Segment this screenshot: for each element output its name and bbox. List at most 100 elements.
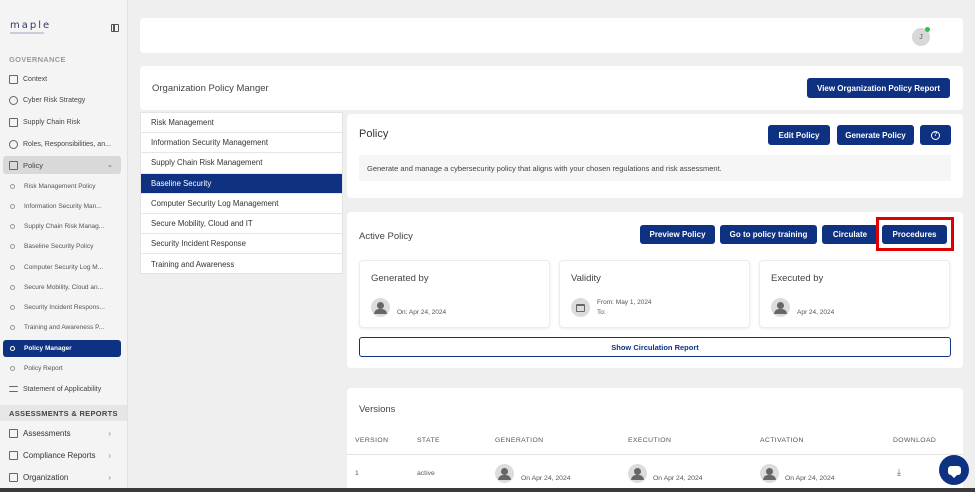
generated-date: On: Apr 24, 2024 (397, 309, 447, 316)
column-header-generation: GENERATION (495, 437, 544, 444)
circulate-button[interactable]: Circulate (822, 225, 878, 244)
generated-by-heading: Generated by (371, 273, 429, 284)
validity-dates: From: May 1, 2024 To: (597, 298, 652, 318)
sidebar-subitem-policy-report[interactable]: Policy Report (9, 361, 121, 375)
person-icon (631, 468, 644, 480)
sidebar-subitem-supply-chain[interactable]: Supply Chain Risk Manag... (9, 219, 121, 233)
execution-date: On Apr 24, 2024 (653, 475, 703, 482)
circle-icon (10, 324, 15, 330)
sidebar-subitem-label: Supply Chain Risk Manag... (24, 222, 105, 230)
chat-icon (947, 465, 961, 478)
sidebar-subitem-baseline[interactable]: Baseline Security Policy (9, 239, 121, 253)
sidebar-subitem-label: Policy Report (24, 364, 63, 372)
validity-from: From: May 1, 2024 (597, 299, 652, 306)
view-policy-report-button[interactable]: View Organization Policy Report (807, 78, 950, 98)
sidebar-subitem-secure-mobility[interactable]: Secure Mobility, Cloud an... (9, 280, 121, 294)
sidebar-item-organization[interactable]: Organization › (9, 470, 121, 484)
sidebar-subitem-label: Policy Manager (24, 345, 72, 352)
sidebar-subitem-incident-response[interactable]: Security Incident Respons... (9, 300, 121, 314)
sidebar-item-cyber-risk-strategy[interactable]: Cyber Risk Strategy (9, 93, 121, 107)
column-header-version: VERSION (355, 437, 389, 444)
circle-icon (10, 183, 15, 189)
person-icon (763, 468, 776, 480)
person-icon (374, 302, 387, 314)
sidebar-item-label: Roles, Responsibilities, an... (23, 140, 111, 148)
brand-logo: maple (10, 20, 52, 31)
chevron-right-icon: › (108, 428, 111, 438)
chat-button[interactable] (939, 455, 969, 485)
page-title: Organization Policy Manger (152, 83, 269, 94)
validity-to: To: (597, 309, 606, 316)
sidebar-item-assessments[interactable]: Assessments › (9, 426, 121, 440)
top-bar: J (140, 18, 963, 53)
policy-training-button[interactable]: Go to policy training (720, 225, 817, 244)
sidebar-item-label: Assessments (23, 428, 71, 438)
roles-icon (9, 139, 18, 149)
sidebar-item-context[interactable]: Context (9, 72, 121, 86)
window-bottom-edge (0, 488, 975, 492)
person-icon (774, 302, 787, 314)
online-status-dot (925, 27, 930, 32)
sidebar-collapse-icon[interactable] (111, 24, 119, 32)
building-icon (9, 472, 18, 482)
versions-title: Versions (359, 404, 396, 415)
preview-policy-button[interactable]: Preview Policy (640, 225, 715, 244)
sidebar-item-supply-chain-risk[interactable]: Supply Chain Risk (9, 115, 121, 129)
circle-icon (10, 223, 15, 229)
help-icon: ? (931, 130, 940, 140)
download-icon[interactable]: ⤓ (897, 468, 906, 477)
sidebar-subitem-risk-management[interactable]: Risk Management Policy (9, 179, 121, 193)
sidebar-item-label: Context (23, 75, 48, 83)
generate-policy-button[interactable]: Generate Policy (837, 125, 914, 145)
circle-icon (10, 365, 15, 371)
circle-icon (10, 203, 15, 209)
circle-icon (10, 346, 15, 351)
policy-list-item[interactable]: Security Incident Response (141, 234, 342, 255)
sidebar-item-label: Statement of Applicability (23, 385, 102, 393)
sidebar-subitem-policy-manager[interactable]: Policy Manager (3, 340, 121, 357)
user-avatar-icon (771, 298, 790, 317)
circle-icon (10, 264, 15, 270)
policy-list-item[interactable]: Computer Security Log Management (141, 194, 342, 214)
circle-icon (10, 284, 15, 290)
policy-list-item[interactable]: Risk Management (141, 113, 342, 134)
sidebar-subitem-training[interactable]: Training and Awareness P... (9, 320, 121, 334)
user-avatar-icon (371, 298, 390, 317)
help-button[interactable]: ? (920, 125, 951, 145)
column-header-download: DOWNLOAD (893, 437, 937, 444)
policy-list-item-selected[interactable]: Baseline Security (141, 173, 342, 194)
section-governance: GOVERNANCE (9, 55, 66, 64)
column-header-activation: ACTIVATION (760, 437, 804, 444)
sidebar-item-roles[interactable]: Roles, Responsibilities, an... (9, 137, 121, 151)
highlight-box (876, 217, 954, 251)
report-icon (9, 450, 18, 460)
validity-heading: Validity (571, 273, 601, 284)
validity-card: Validity From: May 1, 2024 To: (559, 260, 750, 328)
policy-list-item[interactable]: Training and Awareness (141, 254, 342, 274)
sidebar-item-compliance-reports[interactable]: Compliance Reports › (9, 448, 121, 462)
policy-list-item[interactable]: Secure Mobility, Cloud and IT (141, 214, 342, 235)
policy-list-item[interactable]: Information Security Management (141, 133, 342, 154)
generation-date: On Apr 24, 2024 (521, 475, 571, 482)
sidebar-item-policy[interactable]: Policy ⌄ (3, 156, 121, 174)
sidebar-subitem-log-management[interactable]: Computer Security Log M... (9, 260, 121, 274)
sidebar-item-label: Organization (23, 472, 69, 482)
sidebar-subitem-info-security[interactable]: Information Security Man... (9, 199, 121, 213)
sidebar-item-soa[interactable]: Statement of Applicability (9, 382, 121, 396)
user-avatar-icon (760, 464, 779, 483)
circle-icon (10, 304, 15, 310)
shield-icon (9, 160, 18, 170)
edit-policy-button[interactable]: Edit Policy (768, 125, 830, 145)
policy-description: Generate and manage a cybersecurity poli… (359, 155, 951, 181)
version-number: 1 (355, 470, 359, 477)
policy-list: Risk Management Information Security Man… (140, 112, 343, 274)
chevron-down-icon: ⌄ (107, 162, 113, 169)
executed-by-card: Executed by Apr 24, 2024 (759, 260, 950, 328)
sidebar-subitem-label: Security Incident Respons... (24, 303, 105, 311)
show-circulation-report-button[interactable]: Show Circulation Report (359, 337, 951, 357)
policy-list-item[interactable]: Supply Chain Risk Management (141, 153, 342, 174)
chevron-right-icon: › (108, 472, 111, 482)
sidebar-subitem-label: Computer Security Log M... (24, 263, 104, 271)
executed-by-heading: Executed by (771, 273, 824, 284)
active-policy-title: Active Policy (359, 231, 413, 242)
